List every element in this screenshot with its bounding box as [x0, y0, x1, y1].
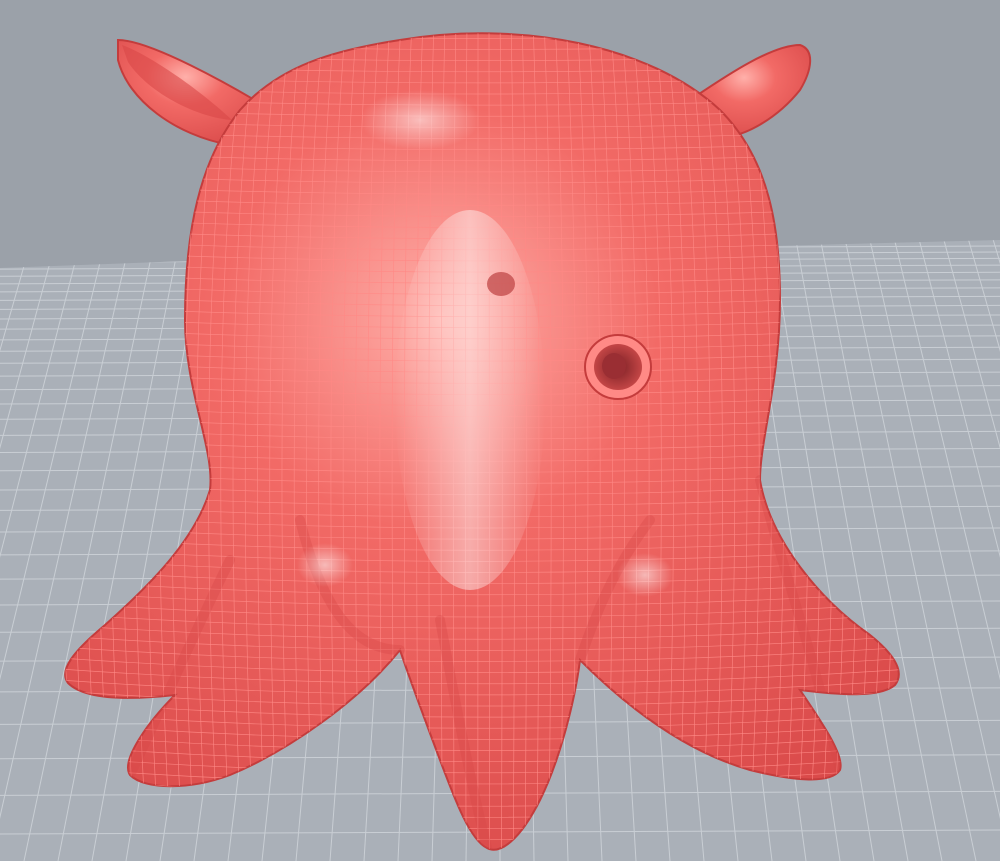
3d-viewport[interactable] — [0, 0, 1000, 861]
top-highlight — [360, 90, 480, 150]
right-tentacle-highlight — [617, 553, 673, 597]
eye-hole — [584, 334, 652, 400]
left-tentacle-highlight — [297, 543, 353, 587]
viewport-canvas[interactable] — [0, 0, 1000, 861]
body-highlight — [395, 210, 545, 590]
mantle-dimple — [487, 272, 515, 296]
